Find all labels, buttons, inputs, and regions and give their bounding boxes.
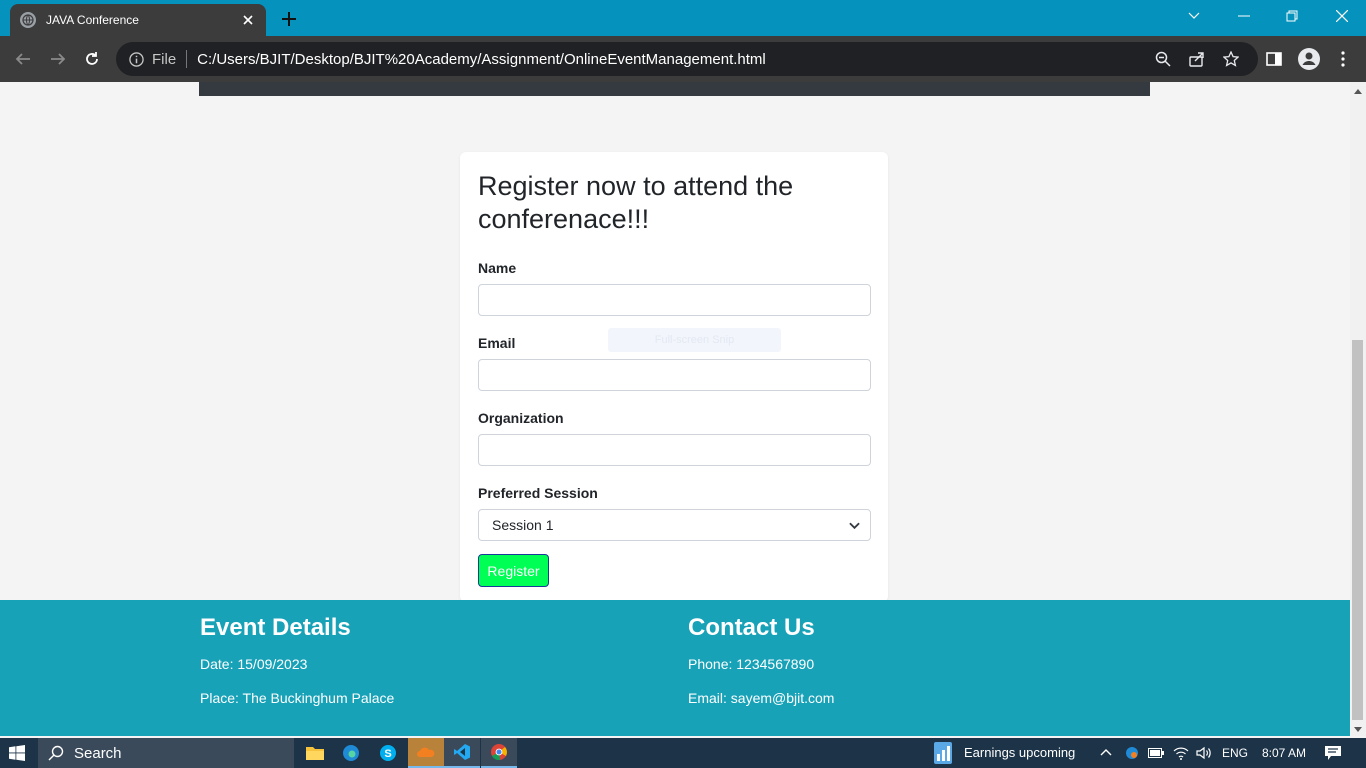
close-window-icon[interactable] bbox=[1318, 0, 1366, 32]
site-navbar bbox=[199, 82, 1150, 96]
url-text[interactable]: C:/Users/BJIT/Desktop/BJIT%20Academy/Ass… bbox=[197, 51, 766, 68]
volume-icon[interactable] bbox=[1196, 746, 1212, 760]
session-label: Preferred Session bbox=[478, 485, 598, 501]
windows-taskbar: Search S Earnings upcoming ENG 8:07 AM bbox=[0, 738, 1366, 768]
battery-icon[interactable] bbox=[1148, 748, 1164, 758]
contact-email: Email: sayem@bjit.com bbox=[688, 690, 835, 706]
news-widget-icon[interactable] bbox=[934, 742, 952, 764]
globe-icon bbox=[20, 12, 36, 28]
info-icon[interactable] bbox=[128, 51, 144, 67]
chrome-icon[interactable] bbox=[481, 738, 517, 768]
vscode-icon[interactable] bbox=[444, 738, 480, 768]
edge-browser-icon[interactable] bbox=[333, 738, 369, 768]
restore-icon[interactable] bbox=[1268, 0, 1316, 32]
event-place: Place: The Buckinghum Palace bbox=[200, 690, 395, 706]
organization-input[interactable] bbox=[478, 434, 871, 466]
contact-phone: Phone: 1234567890 bbox=[688, 656, 815, 672]
file-explorer-icon[interactable] bbox=[297, 738, 333, 768]
browser-toolbar: File C:/Users/BJIT/Desktop/BJIT%20Academ… bbox=[0, 36, 1366, 82]
clock[interactable]: 8:07 AM bbox=[1262, 746, 1306, 760]
taskbar-search-label: Search bbox=[74, 744, 122, 762]
notification-icon[interactable] bbox=[1325, 746, 1341, 760]
reload-icon[interactable] bbox=[80, 47, 104, 71]
name-label: Name bbox=[478, 260, 517, 276]
profile-avatar-icon[interactable] bbox=[1297, 47, 1321, 71]
scrollbar-thumb[interactable] bbox=[1352, 340, 1363, 720]
form-heading: Register now to attend the conferenace!!… bbox=[478, 171, 794, 234]
contact-section: Contact Us Phone: 1234567890 Email: saye… bbox=[688, 614, 834, 724]
tray-app-icon[interactable] bbox=[1125, 746, 1139, 760]
skype-icon[interactable]: S bbox=[370, 738, 406, 768]
contact-heading: Contact Us bbox=[688, 614, 815, 641]
page-viewport: Register now to attend the conferenace!!… bbox=[0, 82, 1350, 736]
windows-start-icon[interactable] bbox=[9, 745, 25, 761]
svg-text:S: S bbox=[384, 748, 391, 760]
cloud-app-icon[interactable] bbox=[408, 738, 444, 768]
zoom-icon[interactable] bbox=[1146, 42, 1180, 76]
side-panel-icon[interactable] bbox=[1262, 47, 1286, 71]
wifi-icon[interactable] bbox=[1173, 746, 1189, 760]
event-details-heading: Event Details bbox=[200, 614, 351, 641]
tab-title: JAVA Conference bbox=[46, 13, 139, 27]
event-details-section: Event Details Date: 15/09/2023 Place: Th… bbox=[200, 614, 394, 724]
browser-tab[interactable]: JAVA Conference bbox=[10, 4, 266, 36]
session-select[interactable]: Session 1 bbox=[478, 509, 871, 541]
event-date: Date: 15/09/2023 bbox=[200, 656, 308, 672]
share-icon[interactable] bbox=[1180, 42, 1214, 76]
bookmark-star-icon[interactable] bbox=[1214, 42, 1248, 76]
registration-card: Register now to attend the conferenace!!… bbox=[460, 152, 888, 602]
session-select-value: Session 1 bbox=[492, 517, 554, 533]
organization-label: Organization bbox=[478, 410, 564, 426]
divider bbox=[186, 50, 188, 68]
address-bar[interactable]: File C:/Users/BJIT/Desktop/BJIT%20Academ… bbox=[116, 42, 1258, 76]
new-tab-icon[interactable] bbox=[278, 8, 300, 30]
snip-overlay: Full-screen Snip bbox=[608, 328, 781, 352]
tab-search-icon[interactable] bbox=[1170, 0, 1218, 32]
news-widget-text[interactable]: Earnings upcoming bbox=[964, 745, 1075, 760]
register-button[interactable]: Register bbox=[478, 554, 549, 587]
chevron-up-icon[interactable] bbox=[1100, 748, 1112, 756]
email-input[interactable] bbox=[478, 359, 871, 391]
scroll-up-icon[interactable] bbox=[1353, 86, 1363, 96]
minimize-icon[interactable] bbox=[1220, 0, 1268, 32]
browser-tabstrip: JAVA Conference bbox=[0, 0, 1366, 36]
menu-kebab-icon[interactable] bbox=[1331, 47, 1355, 71]
forward-arrow-icon[interactable] bbox=[46, 47, 70, 71]
scroll-down-icon[interactable] bbox=[1353, 724, 1363, 734]
footer: Event Details Date: 15/09/2023 Place: Th… bbox=[0, 600, 1350, 736]
file-scheme-label: File bbox=[152, 50, 177, 68]
close-tab-icon[interactable] bbox=[240, 12, 256, 28]
name-input[interactable] bbox=[478, 284, 871, 316]
language-indicator[interactable]: ENG bbox=[1222, 746, 1248, 760]
back-arrow-icon[interactable] bbox=[11, 47, 35, 71]
search-icon bbox=[48, 745, 64, 761]
page-scrollbar[interactable] bbox=[1350, 82, 1366, 736]
taskbar-search-box[interactable]: Search bbox=[38, 738, 294, 768]
chevron-down-icon bbox=[849, 517, 860, 533]
